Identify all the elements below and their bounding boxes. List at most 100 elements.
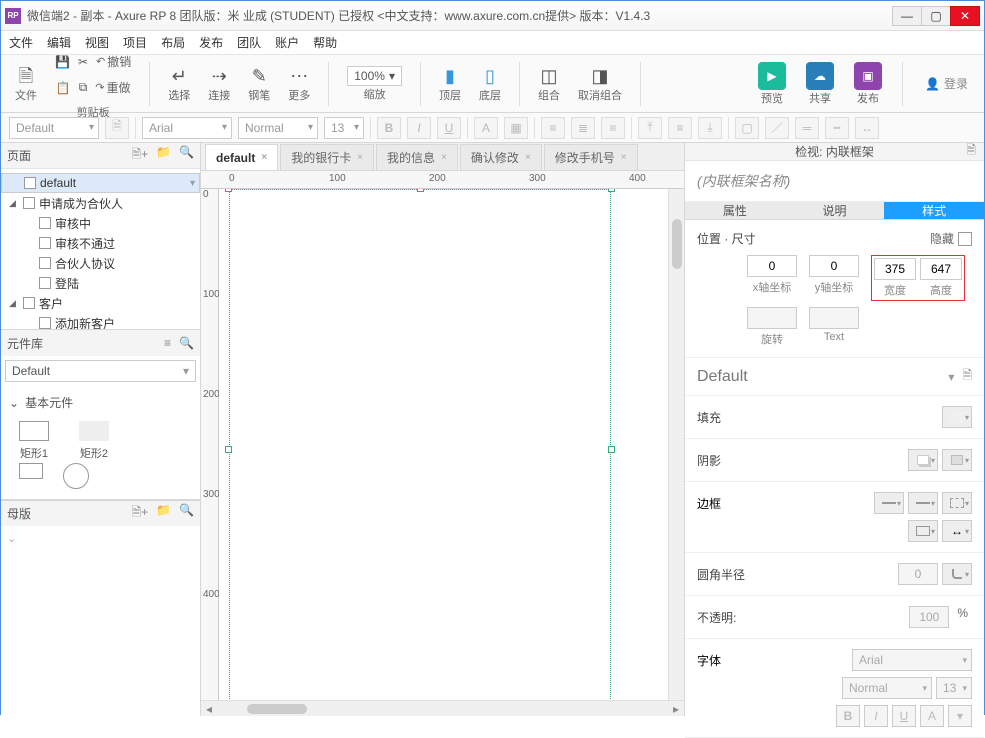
menu-account[interactable]: 账户 [275, 34, 299, 51]
line-style-button[interactable]: ┅ [825, 117, 849, 139]
close-button[interactable]: ✕ [950, 6, 980, 26]
menu-team[interactable]: 团队 [237, 34, 261, 51]
close-icon[interactable]: × [357, 152, 363, 163]
canvas-tab[interactable]: 确认修改× [460, 144, 542, 170]
more-font-button[interactable]: ▾ [948, 705, 972, 727]
text-rotate-input[interactable] [809, 307, 859, 329]
menu-help[interactable]: 帮助 [313, 34, 337, 51]
canvas[interactable] [219, 189, 684, 700]
tree-item[interactable]: 审核中 [1, 213, 200, 233]
align-left-button[interactable]: ≡ [541, 117, 565, 139]
horizontal-scrollbar[interactable]: ◂▸ [201, 700, 684, 716]
valign-mid-button[interactable]: ≡ [668, 117, 692, 139]
lib-select[interactable]: Default [5, 360, 196, 382]
cut-icon[interactable]: ✂ [78, 55, 88, 69]
shape-rect1[interactable]: 矩形1 [19, 421, 49, 461]
border-arrow-button[interactable]: ↔ [942, 520, 972, 542]
outer-shadow-button[interactable] [908, 449, 938, 471]
font-size-select[interactable]: 13 [324, 117, 364, 139]
add-master-icon[interactable]: 🗎+ [131, 503, 148, 524]
lib-menu-icon[interactable]: ≡ [164, 336, 171, 350]
tab-notes[interactable]: 说明 [785, 202, 885, 220]
shape-rect-small[interactable] [19, 463, 43, 479]
font-family-select[interactable]: Arial [142, 117, 232, 139]
align-right-button[interactable]: ≡ [601, 117, 625, 139]
close-icon[interactable]: × [525, 152, 531, 163]
inspector-doc-icon[interactable]: 🗎 [966, 141, 976, 162]
tb-top[interactable]: ▮顶层 [433, 63, 467, 105]
tb-pen[interactable]: ✎钢笔 [242, 63, 276, 105]
style-copy-icon[interactable]: 🗎 [105, 117, 129, 139]
bg-color-button[interactable]: ▦ [504, 117, 528, 139]
hide-checkbox[interactable] [958, 232, 972, 246]
valign-top-button[interactable]: ⤒ [638, 117, 662, 139]
text-color-button-r[interactable]: A [920, 705, 944, 727]
tree-item[interactable]: 登陆 [1, 273, 200, 293]
align-center-button[interactable]: ≣ [571, 117, 595, 139]
width-input[interactable] [874, 258, 916, 280]
font-family-select-r[interactable]: Arial [852, 649, 972, 671]
style-select[interactable]: Default [9, 117, 99, 139]
canvas-tab[interactable]: default× [205, 144, 278, 170]
font-weight-select[interactable]: Normal [238, 117, 318, 139]
canvas-tab[interactable]: 我的银行卡× [280, 144, 374, 170]
master-search-icon[interactable]: 🔍 [179, 503, 194, 524]
tree-item[interactable]: 添加新客户 [1, 313, 200, 329]
close-icon[interactable]: × [441, 152, 447, 163]
font-size-select-r[interactable]: 13 [936, 677, 972, 699]
tb-share[interactable]: ☁共享 [800, 60, 840, 108]
close-icon[interactable]: × [261, 152, 267, 163]
height-input[interactable] [920, 258, 962, 280]
tb-bottom[interactable]: ▯底层 [473, 63, 507, 105]
add-folder-icon[interactable]: 📁 [156, 145, 171, 166]
text-color-button[interactable]: A [474, 117, 498, 139]
italic-button-r[interactable]: I [864, 705, 888, 727]
arrow-button[interactable]: ↔ [855, 117, 879, 139]
tree-item[interactable]: ◢客户 [1, 293, 200, 313]
tb-preview[interactable]: ▶预览 [752, 60, 792, 108]
add-page-icon[interactable]: 🗎+ [131, 145, 148, 166]
minimize-button[interactable]: — [892, 6, 922, 26]
tb-publish[interactable]: ▣发布 [848, 60, 888, 108]
shape-rect2[interactable]: 矩形2 [79, 421, 109, 461]
tb-connect[interactable]: ⇢连接 [202, 63, 236, 105]
tb-file[interactable]: 🗎文件 [9, 63, 43, 105]
bold-button[interactable]: B [377, 117, 401, 139]
master-folder-icon[interactable]: 📁 [156, 503, 171, 524]
copy-icon[interactable]: ⧉ [79, 80, 88, 95]
tb-redo[interactable]: ↷ 重做 [95, 79, 130, 96]
lib-category[interactable]: ⌄基本元件 [9, 394, 192, 411]
italic-button[interactable]: I [407, 117, 431, 139]
border-style-button[interactable] [942, 492, 972, 514]
tb-more[interactable]: ⋯更多 [282, 63, 316, 105]
tb-group[interactable]: ◫组合 [532, 63, 566, 105]
maximize-button[interactable]: ▢ [921, 6, 951, 26]
tab-properties[interactable]: 属性 [685, 202, 785, 220]
rotate-input[interactable] [747, 307, 797, 329]
tb-ungroup[interactable]: ◨取消组合 [572, 63, 628, 105]
tb-zoom[interactable]: 100% ▾ 缩放 [341, 64, 408, 104]
canvas-tab[interactable]: 修改手机号× [544, 144, 638, 170]
tb-undo[interactable]: ↶ 撤销 [96, 53, 131, 70]
vertical-scrollbar[interactable] [668, 189, 684, 700]
shape-circle[interactable] [63, 463, 89, 489]
fill-swatch[interactable] [942, 406, 972, 428]
border-width-button[interactable] [874, 492, 904, 514]
bold-button-r[interactable]: B [836, 705, 860, 727]
tb-select[interactable]: ↵选择 [162, 63, 196, 105]
underline-button[interactable]: U [437, 117, 461, 139]
tree-item[interactable]: 合伙人协议 [1, 253, 200, 273]
tree-item[interactable]: 审核不通过 [1, 233, 200, 253]
menu-layout[interactable]: 布局 [161, 34, 185, 51]
save-icon[interactable]: 💾 [55, 55, 70, 69]
line-color-button[interactable]: ／ [765, 117, 789, 139]
canvas-tab[interactable]: 我的信息× [376, 144, 458, 170]
menu-file[interactable]: 文件 [9, 34, 33, 51]
lib-search-icon[interactable]: 🔍 [179, 336, 194, 350]
tree-item[interactable]: ◢申请成为合伙人 [1, 193, 200, 213]
x-input[interactable] [747, 255, 797, 277]
close-icon[interactable]: × [621, 152, 627, 163]
corner-input[interactable] [898, 563, 938, 585]
underline-button-r[interactable]: U [892, 705, 916, 727]
menu-publish[interactable]: 发布 [199, 34, 223, 51]
